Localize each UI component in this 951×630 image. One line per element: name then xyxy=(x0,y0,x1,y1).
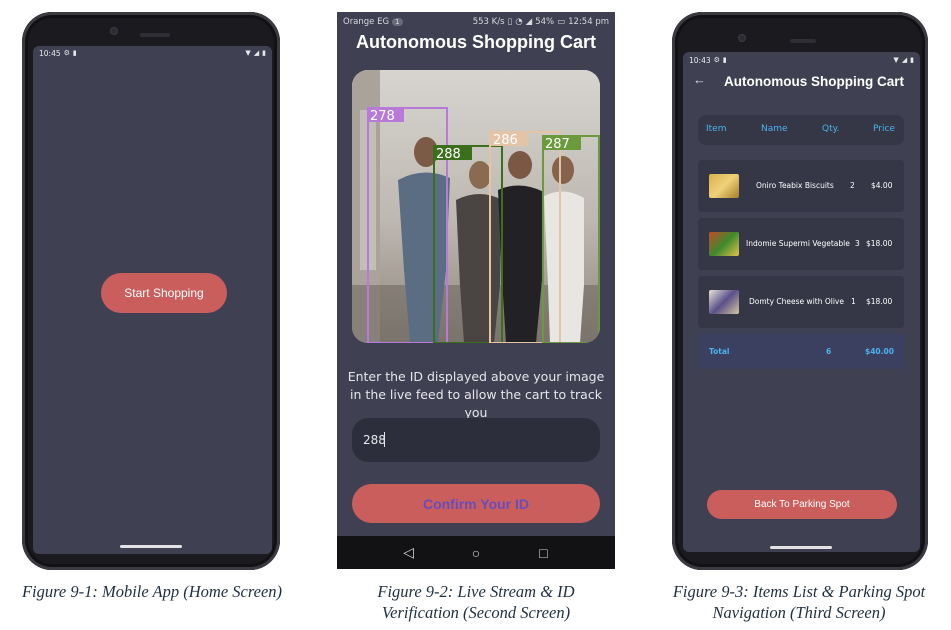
total-qty: 6 xyxy=(826,347,832,356)
caption-3-line-1: Figure 9-3: Items List & Parking Spot xyxy=(672,582,926,601)
carrier-name: Orange EG xyxy=(343,17,390,27)
nav-back-icon[interactable]: ◁ xyxy=(397,544,421,561)
figure-caption-2: Figure 9-2: Live Stream & ID Verificatio… xyxy=(330,581,622,623)
android-nav-bar: ◁ ○ □ xyxy=(337,536,615,569)
detection-label-286: 286 xyxy=(493,133,518,148)
total-row: Total 6 $40.00 xyxy=(698,333,904,369)
caption-3-line-2: Navigation (Third Screen) xyxy=(712,603,886,622)
nav-recents-icon[interactable]: □ xyxy=(531,545,555,561)
table-row[interactable]: Indomie Supermi Vegetable 3 $18.00 xyxy=(698,218,904,270)
battery-icon: ▮ xyxy=(262,49,266,57)
settings-status-icon: ⚙ xyxy=(63,49,70,57)
earpiece-speaker xyxy=(140,33,170,37)
table-row[interactable]: Oniro Teabix Biscuits 2 $4.00 xyxy=(698,160,904,212)
nav-home-icon[interactable]: ○ xyxy=(464,545,488,561)
front-camera-icon xyxy=(110,27,118,35)
item-name: Oniro Teabix Biscuits xyxy=(756,181,834,190)
front-camera-icon xyxy=(738,34,746,42)
status-time: 10:43 xyxy=(689,55,711,65)
column-name: Name xyxy=(761,124,788,134)
item-qty: 3 xyxy=(855,239,860,248)
sd-card-icon: ▮ xyxy=(72,49,77,57)
start-shopping-button[interactable]: Start Shopping xyxy=(101,273,227,313)
phone-items-list-screen: 10:43 ⚙ ▮ ▼ ◢ ▮ ← Autonomous Shopping Ca… xyxy=(672,12,928,570)
signal-icon: ◢ xyxy=(253,49,260,57)
item-qty: 1 xyxy=(851,297,856,306)
confirm-id-button[interactable]: Confirm Your ID xyxy=(352,484,600,523)
screen-title: Autonomous Shopping Cart xyxy=(356,32,596,52)
text-cursor xyxy=(384,432,385,447)
column-qty: Qty. xyxy=(822,124,840,134)
items-list-screen: 10:43 ⚙ ▮ ▼ ◢ ▮ ← Autonomous Shopping Ca… xyxy=(683,52,920,552)
live-camera-feed: 278 288 286 287 xyxy=(352,70,600,343)
wifi-icon: ▼ xyxy=(893,56,899,64)
home-screen: 10:45 ⚙ ▮ ▼ ◢ ▮ Start Shopping xyxy=(33,46,272,554)
total-label: Total xyxy=(709,347,730,356)
phone-home-screen: 10:45 ⚙ ▮ ▼ ◢ ▮ Start Shopping xyxy=(22,12,280,570)
figure-caption-1: Figure 9-1: Mobile App (Home Screen) xyxy=(21,582,283,601)
app-bar: ← Autonomous Shopping Cart xyxy=(683,68,920,92)
phone-live-stream-screen: Orange EG 1 553 K/s ▯ ◔ ◢ 54% ▭ 12:54 pm… xyxy=(337,12,615,569)
battery-icon: ▭ xyxy=(557,17,566,27)
battery-percent: 54% xyxy=(535,17,555,27)
item-name: Domty Cheese with Olive xyxy=(749,297,844,306)
settings-status-icon: ⚙ xyxy=(713,56,720,64)
table-row[interactable]: Domty Cheese with Olive 1 $18.00 xyxy=(698,276,904,328)
clock: 12:54 pm xyxy=(568,17,609,27)
back-to-parking-spot-button[interactable]: Back To Parking Spot xyxy=(707,490,897,519)
detection-label-288: 288 xyxy=(436,147,461,162)
home-indicator[interactable] xyxy=(770,546,832,549)
cheese-thumbnail xyxy=(709,290,739,314)
figure-caption-3: Figure 9-3: Items List & Parking Spot Na… xyxy=(649,581,949,623)
item-qty: 2 xyxy=(850,181,855,190)
column-item: Item xyxy=(706,124,727,134)
live-feed-image: 278 288 286 287 xyxy=(352,70,600,343)
wifi-icon: ▼ xyxy=(245,49,251,57)
column-price: Price xyxy=(873,124,895,134)
item-name: Indomie Supermi Vegetable xyxy=(746,239,850,248)
biscuits-thumbnail xyxy=(709,174,739,198)
table-header: Item Name Qty. Price xyxy=(698,115,904,145)
vibrate-icon: ▯ xyxy=(507,17,513,27)
item-price: $18.00 xyxy=(866,239,893,248)
wifi-icon: ◔ xyxy=(515,17,523,27)
status-bar: Orange EG 1 553 K/s ▯ ◔ ◢ 54% ▭ 12:54 pm xyxy=(337,12,615,32)
item-price: $4.00 xyxy=(871,181,893,190)
earpiece-speaker xyxy=(790,39,816,43)
screen-title: Autonomous Shopping Cart xyxy=(724,74,904,89)
total-price: $40.00 xyxy=(865,347,894,356)
item-price: $18.00 xyxy=(866,297,893,306)
status-bar: 10:45 ⚙ ▮ ▼ ◢ ▮ xyxy=(33,46,272,60)
detection-label-278: 278 xyxy=(370,109,395,124)
id-instruction-text: Enter the ID displayed above your image … xyxy=(347,369,605,420)
caption-2-line-1: Figure 9-2: Live Stream & ID xyxy=(377,582,575,601)
back-arrow-icon[interactable]: ← xyxy=(693,72,706,87)
caption-2-line-2: Verification (Second Screen) xyxy=(381,603,571,622)
home-indicator[interactable] xyxy=(120,545,182,548)
id-input-field[interactable] xyxy=(352,418,600,462)
status-bar: 10:43 ⚙ ▮ ▼ ◢ ▮ xyxy=(683,53,920,67)
network-speed: 553 K/s xyxy=(472,17,505,27)
status-time: 10:45 xyxy=(39,48,61,58)
sd-card-icon: ▮ xyxy=(722,56,727,64)
sim-badge: 1 xyxy=(392,18,403,26)
signal-icon: ◢ xyxy=(901,56,908,64)
detection-label-287: 287 xyxy=(545,137,570,152)
noodles-thumbnail xyxy=(709,232,739,256)
signal-icon: ◢ xyxy=(525,17,533,27)
battery-icon: ▮ xyxy=(910,56,914,64)
